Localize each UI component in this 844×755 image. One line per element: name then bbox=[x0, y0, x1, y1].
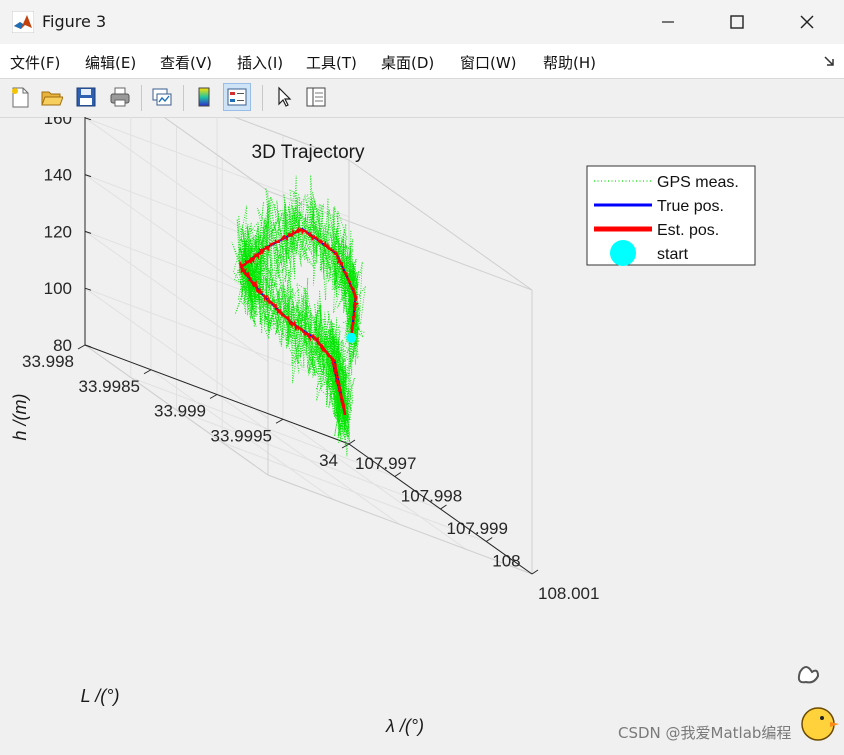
z-tick-label: 120 bbox=[44, 222, 72, 241]
grid-line bbox=[282, 418, 467, 550]
minimize-button[interactable] bbox=[633, 0, 703, 44]
legend-label-est: Est. pos. bbox=[657, 222, 719, 239]
x-tick-mark bbox=[440, 504, 447, 510]
legend-label-true: True pos. bbox=[657, 198, 724, 215]
y-tick-mark bbox=[77, 344, 86, 350]
z-tick-label: 100 bbox=[44, 279, 72, 298]
y-tick-mark bbox=[143, 369, 152, 375]
link-plot-icon bbox=[152, 88, 172, 106]
print-button[interactable] bbox=[106, 83, 134, 111]
x-tick-label: 107.999 bbox=[447, 519, 508, 538]
plot-area[interactable]: 8010012014016018033.99833.998533.99933.9… bbox=[0, 52, 844, 751]
y-axis-label: L /(°) bbox=[81, 686, 120, 706]
y-tick-label: 33.9995 bbox=[211, 426, 272, 445]
legend[interactable]: GPS meas. True pos. Est. pos. start bbox=[586, 165, 756, 266]
y-tick-label: 33.9985 bbox=[79, 377, 140, 396]
menu-view[interactable]: 查看(V) bbox=[160, 52, 212, 73]
x-tick-label: 107.997 bbox=[355, 454, 416, 473]
chart-title: 3D Trajectory bbox=[252, 142, 365, 163]
edit-plot-button[interactable] bbox=[270, 83, 298, 111]
window-title: Figure 3 bbox=[42, 12, 107, 31]
menu-insert[interactable]: 插入(I) bbox=[237, 52, 283, 73]
printer-icon bbox=[110, 87, 130, 107]
dock-arrow-icon[interactable] bbox=[822, 54, 836, 68]
maximize-button[interactable] bbox=[702, 0, 772, 44]
y-tick-label: 33.999 bbox=[154, 402, 206, 421]
menu-window[interactable]: 窗口(W) bbox=[460, 52, 517, 73]
menu-help[interactable]: 帮助(H) bbox=[543, 52, 596, 73]
matlab-logo-icon bbox=[12, 11, 34, 33]
toolbar-separator bbox=[262, 85, 263, 111]
x-tick-mark bbox=[394, 472, 402, 477]
close-icon bbox=[800, 15, 814, 29]
close-button[interactable] bbox=[772, 0, 842, 44]
watermark-text: CSDN @我爱Matlab编程 bbox=[618, 724, 792, 742]
minimize-icon bbox=[662, 21, 674, 23]
save-button[interactable] bbox=[72, 83, 100, 111]
menu-desktop[interactable]: 桌面(D) bbox=[381, 52, 434, 73]
floppy-disk-icon bbox=[76, 87, 96, 107]
menu-tools[interactable]: 工具(T) bbox=[306, 52, 357, 73]
colorbar-icon bbox=[198, 87, 210, 107]
title-bar[interactable]: Figure 3 bbox=[0, 0, 844, 44]
x-tick-label: 108.001 bbox=[538, 584, 599, 603]
axes-box-edge bbox=[348, 159, 533, 291]
folder-open-icon bbox=[41, 91, 63, 106]
legend-icon bbox=[227, 88, 247, 106]
trajectory-3d-chart[interactable]: 8010012014016018033.99833.998533.99933.9… bbox=[0, 52, 844, 751]
legend-label-gps: GPS meas. bbox=[657, 174, 739, 191]
x-tick-mark bbox=[531, 569, 539, 575]
maximize-icon bbox=[730, 15, 744, 29]
x-tick-label: 107.998 bbox=[401, 487, 462, 506]
figure-toolbar bbox=[0, 78, 844, 118]
insert-colorbar-button[interactable] bbox=[190, 83, 218, 111]
y-tick-mark bbox=[275, 418, 284, 424]
legend-label-start: start bbox=[657, 246, 689, 263]
pointer-arrow-icon bbox=[278, 86, 292, 107]
x-tick-mark bbox=[485, 537, 493, 542]
property-inspector-icon bbox=[306, 87, 326, 107]
new-figure-button[interactable] bbox=[6, 83, 34, 111]
y-tick-label: 33.998 bbox=[22, 352, 74, 371]
link-plot-button[interactable] bbox=[148, 83, 176, 111]
open-file-button[interactable] bbox=[38, 83, 66, 111]
z-tick-label: 140 bbox=[44, 166, 72, 185]
start-marker bbox=[346, 332, 357, 343]
z-tick-label: 160 bbox=[44, 117, 72, 128]
insert-legend-button[interactable] bbox=[223, 83, 251, 111]
y-tick-mark bbox=[209, 394, 218, 399]
menu-bar: 文件(F) 编辑(E) 查看(V) 插入(I) 工具(T) 桌面(D) 窗口(W… bbox=[0, 44, 844, 78]
y-tick-label: 34 bbox=[319, 451, 338, 470]
legend-swatch-start bbox=[610, 240, 636, 266]
property-inspector-button[interactable] bbox=[302, 83, 330, 111]
toolbar-separator bbox=[183, 85, 184, 111]
toolbar-separator bbox=[141, 85, 142, 111]
x-tick-label: 108 bbox=[492, 552, 520, 571]
new-document-icon bbox=[12, 87, 29, 108]
z-axis-label: h /(m) bbox=[10, 394, 30, 441]
menu-edit[interactable]: 编辑(E) bbox=[85, 52, 136, 73]
x-axis-label: λ /(°) bbox=[385, 716, 424, 736]
menu-file[interactable]: 文件(F) bbox=[10, 52, 60, 73]
duck-sticker-icon bbox=[797, 666, 839, 741]
figure-window: Figure 3 文件(F) 编辑(E) 查看(V) 插入(I) 工具(T) 桌… bbox=[0, 0, 844, 751]
